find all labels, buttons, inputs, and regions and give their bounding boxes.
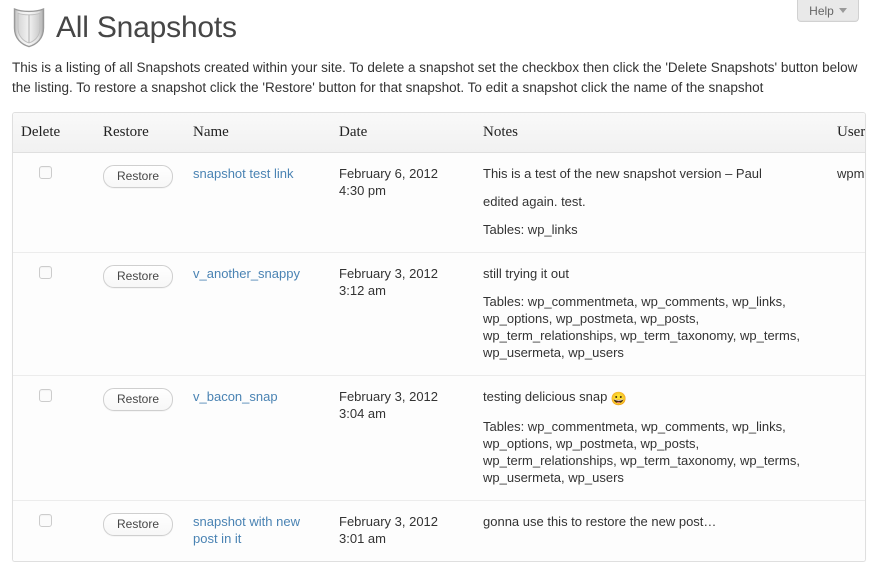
chevron-down-icon — [838, 8, 847, 13]
cell-user — [829, 252, 865, 376]
cell-date: February 6, 2012 4:30 pm — [331, 152, 475, 253]
date-line-1: February 3, 2012 — [339, 514, 439, 529]
cell-delete — [13, 252, 95, 376]
cell-name: snapshot test link — [185, 152, 331, 253]
cell-user: wpmudev_admin — [829, 152, 865, 253]
restore-button[interactable]: Restore — [103, 265, 174, 288]
cell-notes: still trying it out Tables: wp_commentme… — [475, 252, 829, 376]
note-tables-list: Tables: wp_commentmeta, wp_comments, wp_… — [483, 419, 800, 485]
cell-date: February 3, 2012 3:12 am — [331, 252, 475, 376]
table-row: Restore snapshot with new post in it Feb… — [13, 500, 865, 561]
date-line-1: February 3, 2012 — [339, 389, 439, 404]
column-header-restore: Restore — [95, 113, 185, 153]
cell-delete — [13, 375, 95, 501]
cell-restore: Restore — [95, 152, 185, 253]
note-line-1: still trying it out — [483, 266, 569, 281]
page-title: All Snapshots — [56, 11, 237, 44]
cell-notes: testing delicious snap 😀 Tables: wp_comm… — [475, 375, 829, 501]
page-header: All Snapshots — [0, 0, 871, 50]
note-line-1: This is a test of the new snapshot versi… — [483, 166, 762, 181]
cell-user — [829, 375, 865, 501]
table-header: Delete Restore Name Date Notes User — [13, 113, 865, 153]
column-header-notes: Notes — [475, 113, 829, 153]
restore-button[interactable]: Restore — [103, 165, 174, 188]
snapshot-name-link[interactable]: v_another_snappy — [193, 266, 300, 281]
cell-name: v_another_snappy — [185, 252, 331, 376]
note-tables-list: Tables: wp_links — [483, 222, 578, 237]
restore-button[interactable]: Restore — [103, 388, 174, 411]
note-line-1: testing delicious snap 😀 — [483, 388, 821, 407]
date-line-2: 4:30 pm — [339, 183, 386, 198]
column-header-name: Name — [185, 113, 331, 153]
cell-delete — [13, 500, 95, 561]
note-line-2: edited again. test. — [483, 194, 586, 209]
snapshot-name-link[interactable]: snapshot test link — [193, 166, 293, 181]
delete-checkbox[interactable] — [39, 166, 52, 179]
date-line-2: 3:04 am — [339, 406, 386, 421]
table-row: Restore snapshot test link February 6, 2… — [13, 152, 865, 253]
cell-restore: Restore — [95, 375, 185, 501]
date-line-2: 3:12 am — [339, 283, 386, 298]
table-body: Restore snapshot test link February 6, 2… — [13, 152, 865, 561]
date-line-1: February 6, 2012 — [339, 166, 439, 181]
cell-date: February 3, 2012 3:04 am — [331, 375, 475, 501]
cell-restore: Restore — [95, 252, 185, 376]
table-row: Restore v_another_snappy February 3, 201… — [13, 252, 865, 376]
delete-checkbox[interactable] — [39, 514, 52, 527]
intro-text: This is a listing of all Snapshots creat… — [12, 60, 858, 95]
note-tables-list: Tables: wp_commentmeta, wp_comments, wp_… — [483, 294, 800, 360]
snapshots-table: Delete Restore Name Date Notes User Rest… — [13, 113, 865, 561]
cell-notes: gonna use this to restore the new post… — [475, 500, 829, 561]
snapshots-table-container: Delete Restore Name Date Notes User Rest… — [12, 112, 866, 562]
note-line-1: gonna use this to restore the new post… — [483, 514, 717, 529]
delete-checkbox[interactable] — [39, 266, 52, 279]
column-header-date: Date — [331, 113, 475, 153]
shield-icon — [13, 7, 45, 48]
cell-delete — [13, 152, 95, 253]
column-header-user: User — [829, 113, 865, 153]
cell-name: v_bacon_snap — [185, 375, 331, 501]
date-line-1: February 3, 2012 — [339, 266, 439, 281]
help-button[interactable]: Help — [797, 0, 859, 22]
smiley-face-icon: 😀 — [610, 391, 628, 406]
cell-user — [829, 500, 865, 561]
snapshot-name-link[interactable]: snapshot with new post in it — [193, 514, 300, 546]
column-header-delete: Delete — [13, 113, 95, 153]
date-line-2: 3:01 am — [339, 531, 386, 546]
cell-date: February 3, 2012 3:01 am — [331, 500, 475, 561]
table-row: Restore v_bacon_snap February 3, 2012 3:… — [13, 375, 865, 501]
note-text: testing delicious snap — [483, 389, 611, 404]
snapshot-name-link[interactable]: v_bacon_snap — [193, 389, 278, 404]
cell-name: snapshot with new post in it — [185, 500, 331, 561]
cell-restore: Restore — [95, 500, 185, 561]
table-header-row: Delete Restore Name Date Notes User — [13, 113, 865, 153]
restore-button[interactable]: Restore — [103, 513, 174, 536]
cell-notes: This is a test of the new snapshot versi… — [475, 152, 829, 253]
help-tab-container: Help — [797, 0, 859, 22]
help-label: Help — [809, 3, 834, 18]
delete-checkbox[interactable] — [39, 389, 52, 402]
